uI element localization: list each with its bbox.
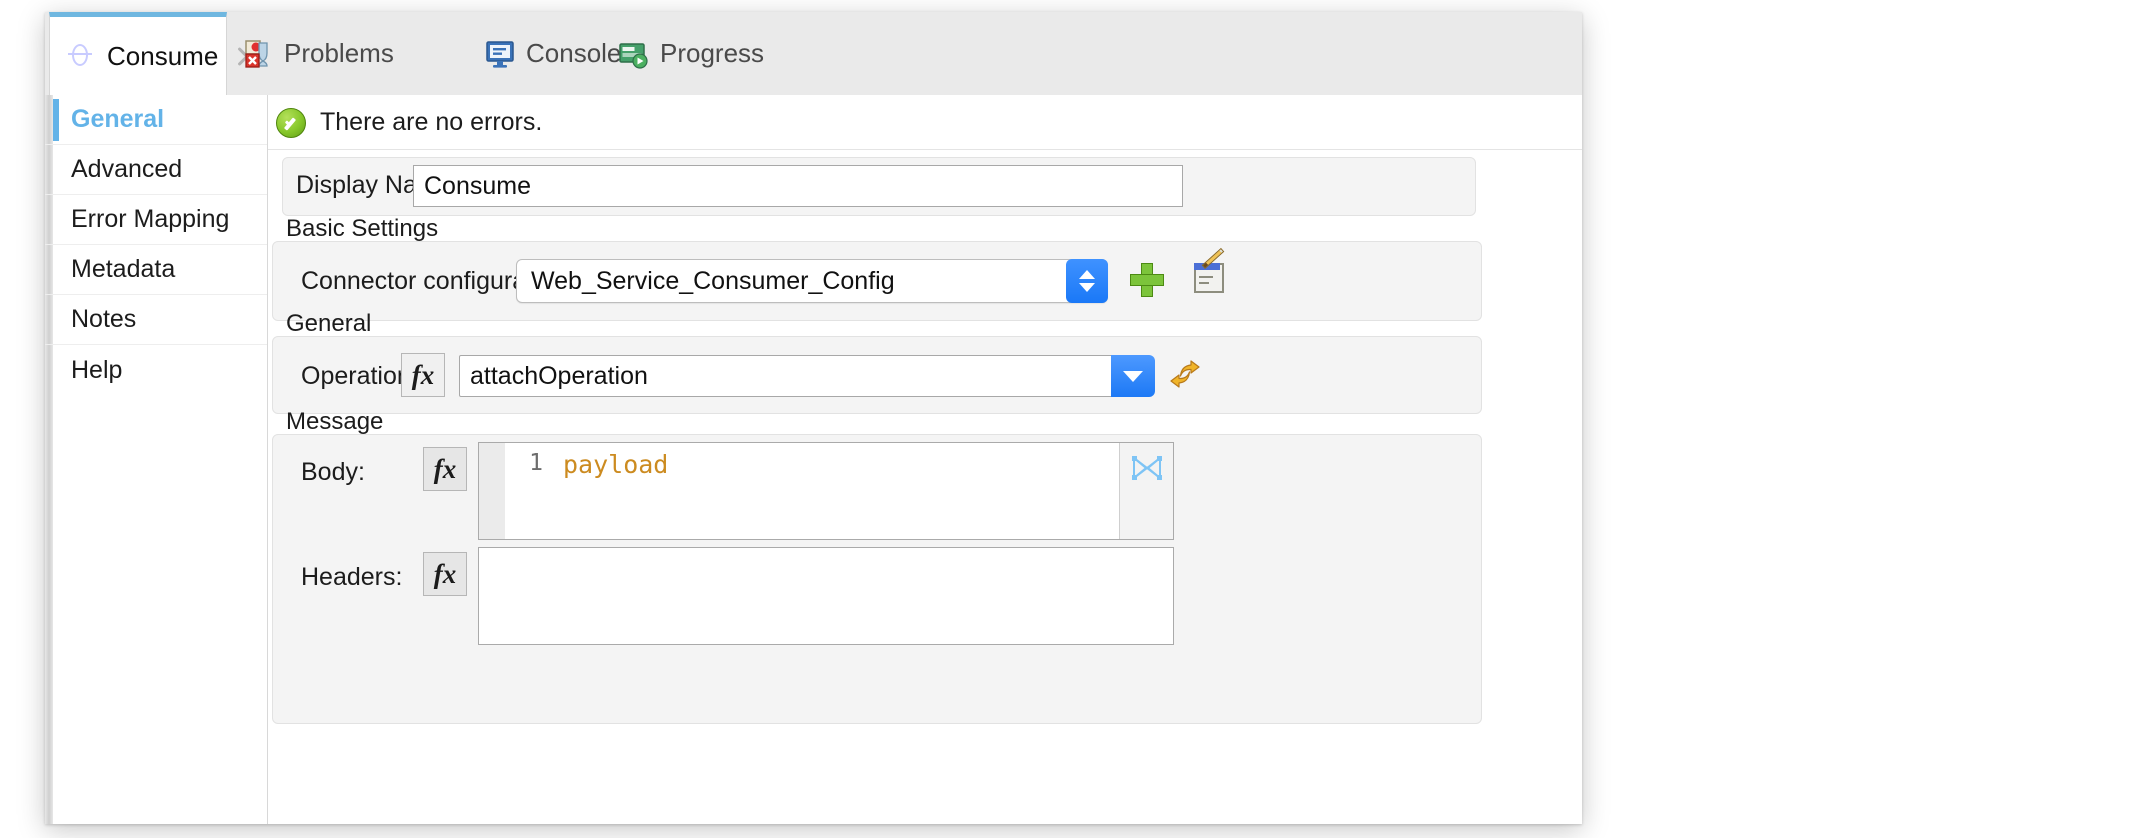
- code-editor-sidebar: [1119, 443, 1173, 539]
- body-fx-button[interactable]: fx: [423, 447, 467, 491]
- plus-icon[interactable]: [1130, 263, 1164, 297]
- sidebar-item-notes[interactable]: Notes: [45, 295, 267, 345]
- sidebar-item-label: Error Mapping: [71, 205, 229, 234]
- settings-sidebar: General Advanced Error Mapping Metadata …: [45, 95, 268, 824]
- sidebar-item-label: Advanced: [71, 155, 182, 184]
- screenshot-root: Consume Problems: [0, 0, 2142, 838]
- display-name-input[interactable]: Consume: [413, 165, 1183, 207]
- body-code-editor[interactable]: 1 payload: [478, 442, 1174, 540]
- status-divider: [268, 149, 1582, 150]
- console-icon: [485, 39, 515, 69]
- headers-fx-button[interactable]: fx: [423, 552, 467, 596]
- tab-bar: Consume Problems: [45, 12, 1582, 95]
- settings-main-panel: There are no errors. Display Name: Consu…: [268, 95, 1582, 824]
- operation-dropdown-button[interactable]: [1111, 355, 1155, 397]
- success-check-icon: [276, 108, 306, 138]
- code-text: payload: [563, 450, 668, 479]
- content-area: General Advanced Error Mapping Metadata …: [45, 95, 1582, 824]
- editor-window: Consume Problems: [45, 12, 1582, 824]
- message-section-title: Message: [286, 408, 383, 436]
- sidebar-item-label: Notes: [71, 305, 136, 334]
- chevron-up-icon: [1079, 270, 1095, 279]
- sidebar-item-error-mapping[interactable]: Error Mapping: [45, 195, 267, 245]
- progress-icon: [619, 39, 649, 69]
- sidebar-item-advanced[interactable]: Advanced: [45, 145, 267, 195]
- headers-label: Headers:: [301, 563, 402, 592]
- status-text: There are no errors.: [320, 108, 542, 137]
- refresh-icon[interactable]: [1168, 357, 1202, 391]
- operation-fx-button[interactable]: fx: [401, 353, 445, 397]
- code-line-number: 1: [505, 443, 549, 539]
- sidebar-item-label: Help: [71, 356, 122, 385]
- sidebar-item-help[interactable]: Help: [45, 345, 267, 395]
- sidebar-item-label: General: [71, 105, 164, 134]
- tab-consume[interactable]: Consume: [49, 12, 227, 95]
- connector-configuration-select[interactable]: Web_Service_Consumer_Config: [516, 259, 1108, 303]
- problems-icon: [243, 39, 273, 69]
- sidebar-item-general[interactable]: General: [45, 95, 267, 145]
- chevron-down-icon: [1123, 371, 1143, 382]
- chevron-down-icon: [1079, 283, 1095, 292]
- globe-icon: [66, 41, 96, 71]
- general-section-title: General: [286, 310, 371, 338]
- operation-input[interactable]: attachOperation: [459, 355, 1131, 397]
- connector-configuration-stepper[interactable]: [1066, 259, 1108, 303]
- dataweave-icon[interactable]: [1130, 453, 1164, 483]
- sidebar-item-label: Metadata: [71, 255, 175, 284]
- headers-input[interactable]: [478, 547, 1174, 645]
- basic-settings-title: Basic Settings: [286, 215, 438, 243]
- body-label: Body:: [301, 458, 365, 487]
- sidebar-item-metadata[interactable]: Metadata: [45, 245, 267, 295]
- tab-progress[interactable]: Progress: [603, 12, 747, 95]
- code-gutter: [479, 443, 506, 539]
- status-row: There are no errors.: [268, 95, 1582, 150]
- tab-consume-label: Consume: [107, 41, 218, 72]
- window-inner: Consume Problems: [45, 12, 1582, 824]
- tab-problems-label: Problems: [284, 38, 394, 69]
- edit-icon[interactable]: [1194, 263, 1228, 295]
- tab-progress-label: Progress: [660, 38, 764, 69]
- tab-console[interactable]: Console: [469, 12, 603, 95]
- tab-problems[interactable]: Problems: [227, 12, 365, 95]
